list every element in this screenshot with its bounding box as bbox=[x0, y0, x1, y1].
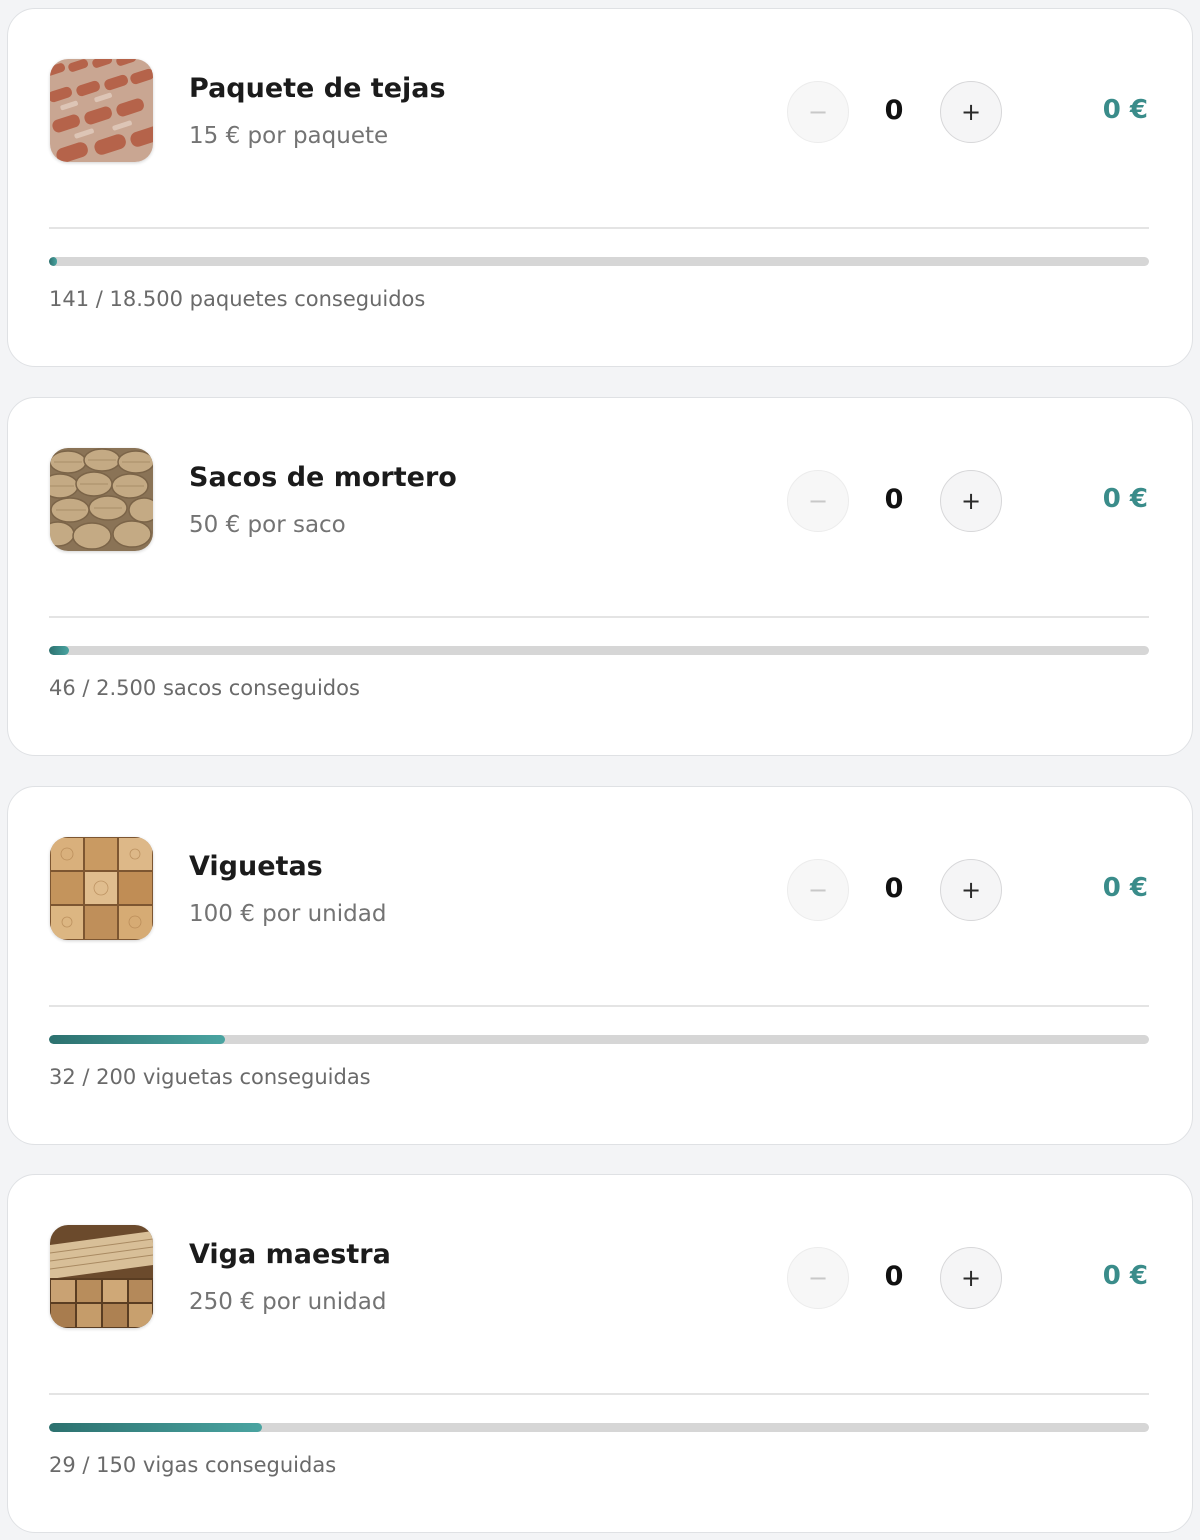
plus-icon: + bbox=[960, 1264, 982, 1292]
materials-list: Paquete de tejas 15 € por paquete − 0 + … bbox=[0, 0, 1200, 1540]
progress-track bbox=[49, 1035, 1149, 1044]
material-card-beam: Viga maestra 250 € por unidad − 0 + 0 € … bbox=[7, 1174, 1193, 1533]
decrease-button[interactable]: − bbox=[787, 470, 849, 532]
mortar-sacks-image bbox=[50, 448, 153, 551]
product-title: Viga maestra bbox=[189, 1239, 391, 1270]
divider bbox=[49, 227, 1149, 229]
progress-track bbox=[49, 1423, 1149, 1432]
plus-icon: + bbox=[960, 487, 982, 515]
plus-icon: + bbox=[960, 98, 982, 126]
product-title: Viguetas bbox=[189, 851, 323, 882]
unit-price: 15 € por paquete bbox=[189, 123, 389, 149]
plus-icon: + bbox=[960, 876, 982, 904]
increase-button[interactable]: + bbox=[940, 81, 1002, 143]
decrease-button[interactable]: − bbox=[787, 81, 849, 143]
minus-icon: − bbox=[807, 98, 829, 126]
minus-icon: − bbox=[807, 876, 829, 904]
progress-label: 29 / 150 vigas conseguidas bbox=[49, 1453, 337, 1477]
line-total: 0 € bbox=[1102, 484, 1148, 514]
wood-joists-image bbox=[50, 837, 153, 940]
progress-label: 141 / 18.500 paquetes conseguidos bbox=[49, 287, 426, 311]
material-card-tiles: Paquete de tejas 15 € por paquete − 0 + … bbox=[7, 8, 1193, 367]
quantity-value: 0 bbox=[884, 873, 904, 904]
roof-tiles-image bbox=[50, 59, 153, 162]
product-title: Paquete de tejas bbox=[189, 73, 446, 104]
quantity-value: 0 bbox=[884, 484, 904, 515]
material-card-joists: Viguetas 100 € por unidad − 0 + 0 € 32 /… bbox=[7, 786, 1193, 1145]
progress-fill bbox=[49, 1423, 262, 1432]
unit-price: 50 € por saco bbox=[189, 512, 346, 538]
minus-icon: − bbox=[807, 1264, 829, 1292]
main-beam-image bbox=[50, 1225, 153, 1328]
progress-fill bbox=[49, 257, 58, 266]
product-title: Sacos de mortero bbox=[189, 462, 457, 493]
progress-label: 46 / 2.500 sacos conseguidos bbox=[49, 676, 360, 700]
minus-icon: − bbox=[807, 487, 829, 515]
quantity-value: 0 bbox=[884, 1261, 904, 1292]
unit-price: 100 € por unidad bbox=[189, 901, 387, 927]
progress-fill bbox=[49, 646, 70, 655]
line-total: 0 € bbox=[1102, 873, 1148, 903]
divider bbox=[49, 1005, 1149, 1007]
unit-price: 250 € por unidad bbox=[189, 1289, 387, 1315]
increase-button[interactable]: + bbox=[940, 859, 1002, 921]
progress-fill bbox=[49, 1035, 225, 1044]
increase-button[interactable]: + bbox=[940, 1247, 1002, 1309]
quantity-value: 0 bbox=[884, 95, 904, 126]
progress-label: 32 / 200 viguetas conseguidas bbox=[49, 1065, 371, 1089]
line-total: 0 € bbox=[1102, 1261, 1148, 1291]
progress-track bbox=[49, 257, 1149, 266]
decrease-button[interactable]: − bbox=[787, 859, 849, 921]
line-total: 0 € bbox=[1102, 95, 1148, 125]
divider bbox=[49, 1393, 1149, 1395]
divider bbox=[49, 616, 1149, 618]
material-card-mortar: Sacos de mortero 50 € por saco − 0 + 0 €… bbox=[7, 397, 1193, 756]
progress-track bbox=[49, 646, 1149, 655]
decrease-button[interactable]: − bbox=[787, 1247, 849, 1309]
increase-button[interactable]: + bbox=[940, 470, 1002, 532]
